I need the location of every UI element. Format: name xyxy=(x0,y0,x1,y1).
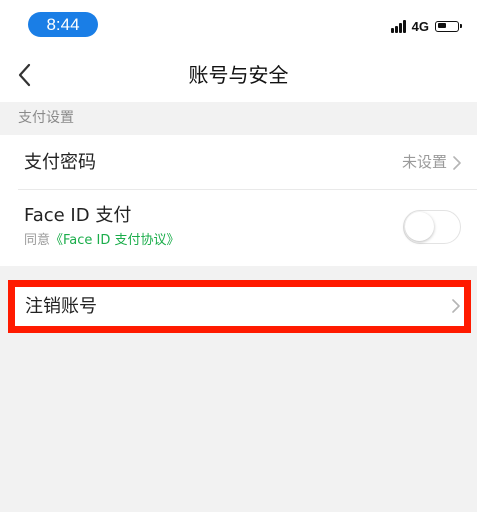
face-id-agreement-line: 同意《Face ID 支付协议》 xyxy=(24,232,180,250)
signal-icon xyxy=(390,19,406,33)
battery-icon xyxy=(435,20,462,32)
cancel-account-row[interactable]: 注销账号 xyxy=(15,287,464,326)
toggle-knob xyxy=(405,212,434,241)
nav-bar: 账号与安全 xyxy=(0,48,477,102)
agree-prefix: 同意 xyxy=(24,233,51,248)
network-type: 4G xyxy=(411,18,429,34)
section-header-label: 支付设置 xyxy=(18,110,74,126)
back-button[interactable] xyxy=(10,58,42,92)
section-header: 支付设置 xyxy=(0,102,477,135)
chevron-right-icon xyxy=(452,299,460,313)
status-time: 8:44 xyxy=(28,12,98,37)
status-bar: 8:44 4G xyxy=(0,0,477,48)
payment-password-row[interactable]: 支付密码 未设置 xyxy=(0,135,477,190)
chevron-left-icon xyxy=(18,63,31,87)
face-id-toggle[interactable] xyxy=(403,210,461,244)
chevron-right-icon xyxy=(453,156,461,170)
payment-password-status: 未设置 xyxy=(401,153,447,171)
status-indicators: 4G xyxy=(390,18,462,34)
payment-password-label: 支付密码 xyxy=(24,152,96,173)
cancel-account-label: 注销账号 xyxy=(25,296,97,317)
face-id-row: Face ID 支付 同意《Face ID 支付协议》 xyxy=(0,190,477,266)
page-title: 账号与安全 xyxy=(188,63,289,87)
face-id-agreement-link[interactable]: 《Face ID 支付协议》 xyxy=(50,233,180,248)
face-id-label: Face ID 支付 xyxy=(24,205,132,226)
